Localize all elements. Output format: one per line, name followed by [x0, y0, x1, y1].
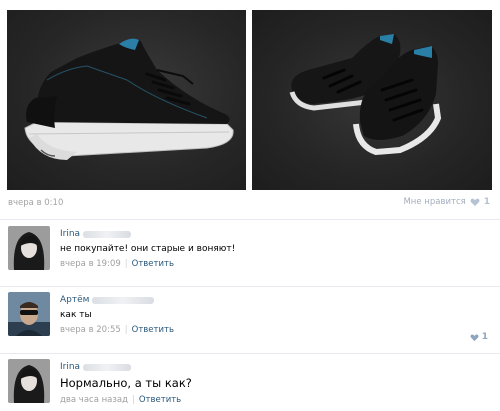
comment-author[interactable]: Артём: [60, 295, 174, 305]
like-label: Мне нравится: [403, 197, 466, 207]
post-meta: вчера в 0:10 Мне нравится 1: [0, 193, 500, 215]
author-name[interactable]: Артём: [60, 295, 89, 305]
divider: [0, 219, 500, 220]
sneaker-pair-image: [289, 34, 442, 156]
comment-author[interactable]: Irina: [60, 362, 192, 372]
avatar[interactable]: [8, 226, 50, 270]
reply-link[interactable]: Ответить: [132, 259, 174, 269]
sneaker-side-image: [24, 38, 234, 160]
author-name[interactable]: Irina: [60, 229, 80, 239]
reply-link[interactable]: Ответить: [139, 395, 181, 405]
heart-icon: [470, 198, 480, 206]
divider: [0, 353, 500, 354]
comment-footer: два часа назад | Ответить: [60, 395, 182, 405]
comment-text: Нормально, а ты как?: [60, 376, 192, 390]
avatar[interactable]: [8, 359, 50, 403]
hidden-surname: [83, 230, 132, 238]
comment-footer: вчера в 19:09 | Ответить: [60, 259, 174, 269]
author-name[interactable]: Irina: [60, 362, 80, 372]
comment-item: Артём как ты вчера в 20:55 | Ответить 1: [0, 292, 500, 350]
comment-like-count: 1: [481, 332, 488, 342]
comment-like-button[interactable]: 1: [470, 332, 488, 342]
post-photos: [0, 0, 500, 192]
hidden-surname: [83, 363, 132, 371]
comment-body: Irina не покупайте! они старые и воняют!…: [60, 229, 235, 269]
comment-author[interactable]: Irina: [60, 229, 235, 239]
comment-time[interactable]: вчера в 19:09: [60, 259, 121, 269]
comment-time[interactable]: два часа назад: [60, 395, 128, 405]
comment-item: Irina не покупайте! они старые и воняют!…: [0, 226, 500, 284]
comment-footer: вчера в 20:55 | Ответить: [60, 325, 174, 335]
heart-icon: [470, 333, 479, 341]
comment-body: Irina Нормально, а ты как? два часа наза…: [60, 362, 192, 405]
divider: [0, 286, 500, 287]
post-timestamp[interactable]: вчера в 0:10: [8, 198, 63, 208]
hidden-surname: [92, 296, 155, 304]
like-count: 1: [483, 197, 490, 207]
reply-link[interactable]: Ответить: [132, 325, 174, 335]
comment-text: не покупайте! они старые и воняют!: [60, 244, 236, 254]
sneaker-photo-pair[interactable]: [252, 10, 492, 190]
post-like-button[interactable]: Мне нравится 1: [403, 197, 490, 207]
comment-text: как ты: [60, 310, 92, 320]
comment-body: Артём как ты вчера в 20:55 | Ответить: [60, 295, 174, 335]
comment-item: Irina Нормально, а ты как? два часа наза…: [0, 359, 500, 411]
comment-time[interactable]: вчера в 20:55: [60, 325, 121, 335]
avatar[interactable]: [8, 292, 50, 336]
sneaker-photo-side[interactable]: [7, 10, 246, 190]
